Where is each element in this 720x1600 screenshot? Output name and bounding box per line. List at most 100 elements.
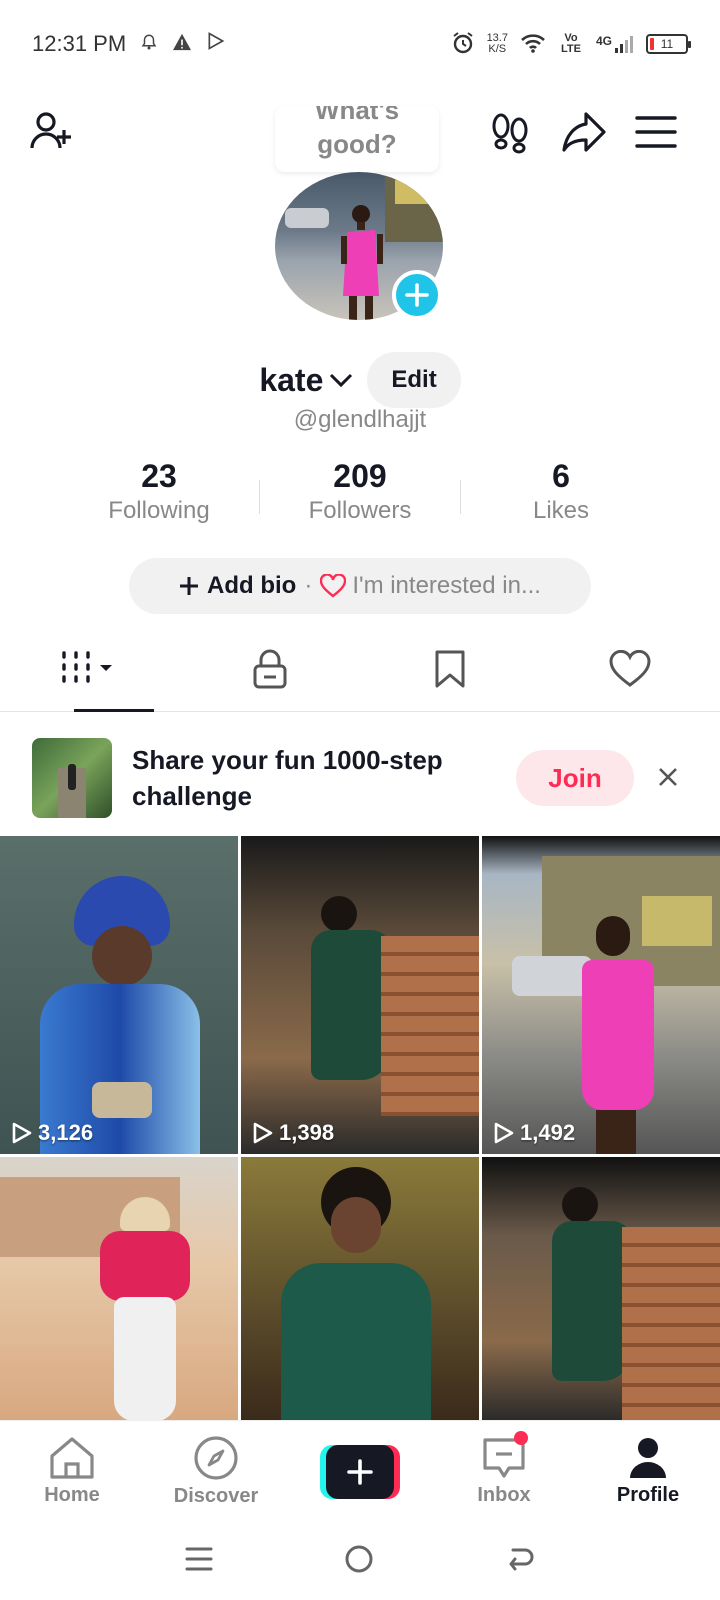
stat-followers[interactable]: 209 Followers xyxy=(260,458,460,525)
create-button[interactable] xyxy=(320,1444,400,1499)
nav-profile[interactable]: Profile xyxy=(576,1421,720,1522)
notification-bell-icon xyxy=(140,31,158,57)
home-system-button[interactable] xyxy=(344,1544,374,1579)
thumb-hat xyxy=(120,1197,170,1231)
video-views: 1,398 xyxy=(253,1120,334,1146)
profile-icon xyxy=(630,1438,666,1478)
nav-discover[interactable]: Discover xyxy=(144,1421,288,1522)
net-speed-unit: K/S xyxy=(488,43,507,55)
thumb-head xyxy=(321,896,357,932)
thumb-head xyxy=(596,916,630,956)
thumb-face xyxy=(92,926,152,986)
nav-inbox[interactable]: Inbox xyxy=(432,1421,576,1522)
plus-icon xyxy=(405,283,429,307)
close-banner-button[interactable] xyxy=(658,761,678,795)
tab-liked[interactable] xyxy=(540,626,720,711)
account-switcher[interactable]: kate xyxy=(259,362,353,399)
thumb-figure xyxy=(40,876,200,1154)
stat-following-label: Following xyxy=(108,497,210,524)
video-view-count: 1,492 xyxy=(520,1120,576,1145)
avatar-photo xyxy=(341,205,383,320)
thumb-face xyxy=(331,1197,381,1253)
nav-discover-label: Discover xyxy=(173,1485,259,1507)
inbox-notification-dot xyxy=(514,1431,528,1445)
net-speed: 13.7 K/S xyxy=(487,33,508,55)
thumb-purse xyxy=(92,1082,152,1118)
share-profile-button[interactable] xyxy=(558,106,610,158)
add-friend-icon xyxy=(30,112,71,149)
close-icon xyxy=(659,768,677,786)
video-views: 1,492 xyxy=(494,1120,575,1146)
nav-home[interactable]: Home xyxy=(0,1421,144,1522)
edit-profile-button[interactable]: Edit xyxy=(367,352,461,408)
video-thumbnail[interactable] xyxy=(0,1157,238,1420)
status-bubble-text: What's good? xyxy=(314,106,400,159)
circle-home-icon xyxy=(345,1545,373,1572)
back-icon xyxy=(509,1548,534,1570)
menu-button[interactable] xyxy=(630,106,682,158)
heart-icon xyxy=(320,574,347,598)
add-friend-button[interactable] xyxy=(26,106,78,158)
interests-button[interactable]: I'm interested in... xyxy=(320,572,541,600)
status-right: 13.7 K/S Vo LTE 4G 11 xyxy=(451,31,691,58)
compass-icon xyxy=(194,1436,238,1480)
thumb-head xyxy=(562,1187,598,1223)
bio-row: Add bio · I'm interested in... xyxy=(129,558,591,614)
status-bubble[interactable]: What's good? xyxy=(275,106,439,172)
status-bar: 12:31 PM 13.7 K/S Vo LTE 4G 11 xyxy=(0,0,720,88)
add-bio-button[interactable]: Add bio xyxy=(179,572,296,600)
play-icon xyxy=(494,1122,514,1144)
join-button[interactable]: Join xyxy=(516,750,634,806)
nav-create[interactable] xyxy=(288,1421,432,1522)
video-thumbnail[interactable] xyxy=(482,1157,720,1420)
recent-apps-button[interactable] xyxy=(185,1545,213,1578)
play-icon xyxy=(12,1122,32,1144)
lock-icon xyxy=(253,649,287,688)
thumb-figure xyxy=(311,896,391,1116)
footprints-icon xyxy=(492,113,528,154)
thumbnail-runner xyxy=(68,764,76,790)
interests-label: I'm interested in... xyxy=(352,572,541,599)
video-thumbnail[interactable]: 1,398 xyxy=(241,836,479,1154)
add-bio-label: Add bio xyxy=(207,572,297,599)
thumb-figure xyxy=(100,1197,190,1420)
video-view-count: 3,126 xyxy=(38,1120,94,1145)
create-plus-icon xyxy=(326,1444,394,1499)
profile-name: kate xyxy=(259,361,324,398)
challenge-banner[interactable]: Share your fun 1000-step challenge Join xyxy=(0,718,720,838)
nav-profile-label: Profile xyxy=(616,1484,680,1506)
home-icon xyxy=(50,1437,94,1479)
stat-likes[interactable]: 6 Likes xyxy=(461,458,661,525)
video-thumbnail[interactable] xyxy=(241,1157,479,1420)
tab-favorites[interactable] xyxy=(360,626,540,711)
thumb-stairs xyxy=(622,1227,720,1420)
nav-inbox-label: Inbox xyxy=(477,1484,531,1506)
system-nav-bar xyxy=(0,1522,720,1600)
tab-private[interactable] xyxy=(180,626,360,711)
challenge-text: Share your fun 1000-step challenge xyxy=(132,745,443,811)
thumb-top xyxy=(281,1263,431,1420)
wifi-icon xyxy=(520,32,546,57)
bio-separator: · xyxy=(304,572,313,599)
thumb-legs xyxy=(596,1110,636,1154)
back-system-button[interactable] xyxy=(505,1544,535,1579)
thumb-dress xyxy=(582,960,654,1110)
video-thumbnail[interactable]: 3,126 xyxy=(0,836,238,1154)
tab-videos[interactable] xyxy=(0,626,180,712)
name-row: kate Edit xyxy=(0,352,720,408)
stat-following-value: 23 xyxy=(141,458,177,494)
profile-views-button[interactable] xyxy=(484,106,536,158)
alarm-icon xyxy=(451,31,475,58)
stat-followers-value: 209 xyxy=(333,458,387,494)
add-avatar-button[interactable] xyxy=(392,270,442,320)
profile-stats: 23 Following 209 Followers 6 Likes xyxy=(0,458,720,525)
thumb-figure xyxy=(552,1187,632,1420)
stat-followers-label: Followers xyxy=(308,497,412,524)
profile-handle: @glendlhajjt xyxy=(293,406,427,433)
network-type: 4G xyxy=(595,34,612,48)
video-thumbnail[interactable]: 1,492 xyxy=(482,836,720,1154)
status-left: 12:31 PM xyxy=(32,31,226,57)
bookmark-icon xyxy=(435,650,465,687)
challenge-thumbnail xyxy=(32,738,112,818)
stat-following[interactable]: 23 Following xyxy=(59,458,259,525)
